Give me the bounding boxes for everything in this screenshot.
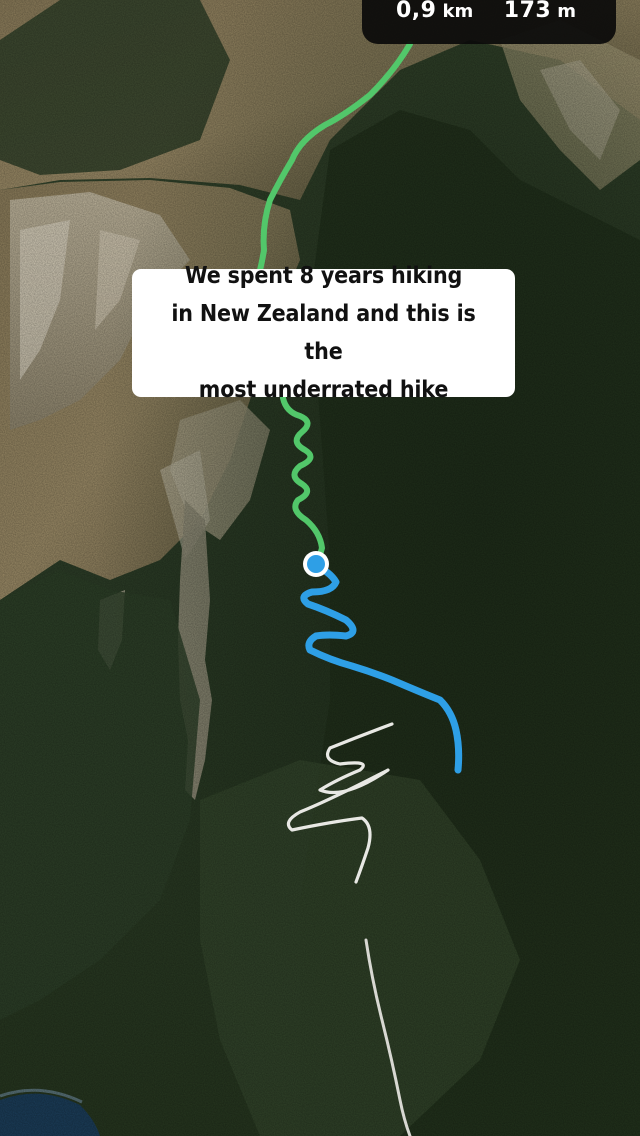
map-view[interactable]: 0,9 km 173 m We spent 8 years hiking in … <box>0 0 640 1136</box>
distance-unit: km <box>442 1 474 22</box>
elevation-value: 173 <box>503 0 552 23</box>
distance-value: 0,9 <box>396 0 437 23</box>
current-position-marker <box>303 551 329 577</box>
route-stats-panel: 0,9 km 173 m <box>362 0 616 44</box>
caption-box: We spent 8 years hiking in New Zealand a… <box>132 263 515 403</box>
elevation-stat: 173 m <box>504 0 576 44</box>
satellite-terrain-map[interactable] <box>0 0 640 1136</box>
distance-stat: 0,9 km <box>396 0 473 44</box>
elevation-unit: m <box>557 1 576 22</box>
caption-text: We spent 8 years hiking in New Zealand a… <box>171 263 476 403</box>
